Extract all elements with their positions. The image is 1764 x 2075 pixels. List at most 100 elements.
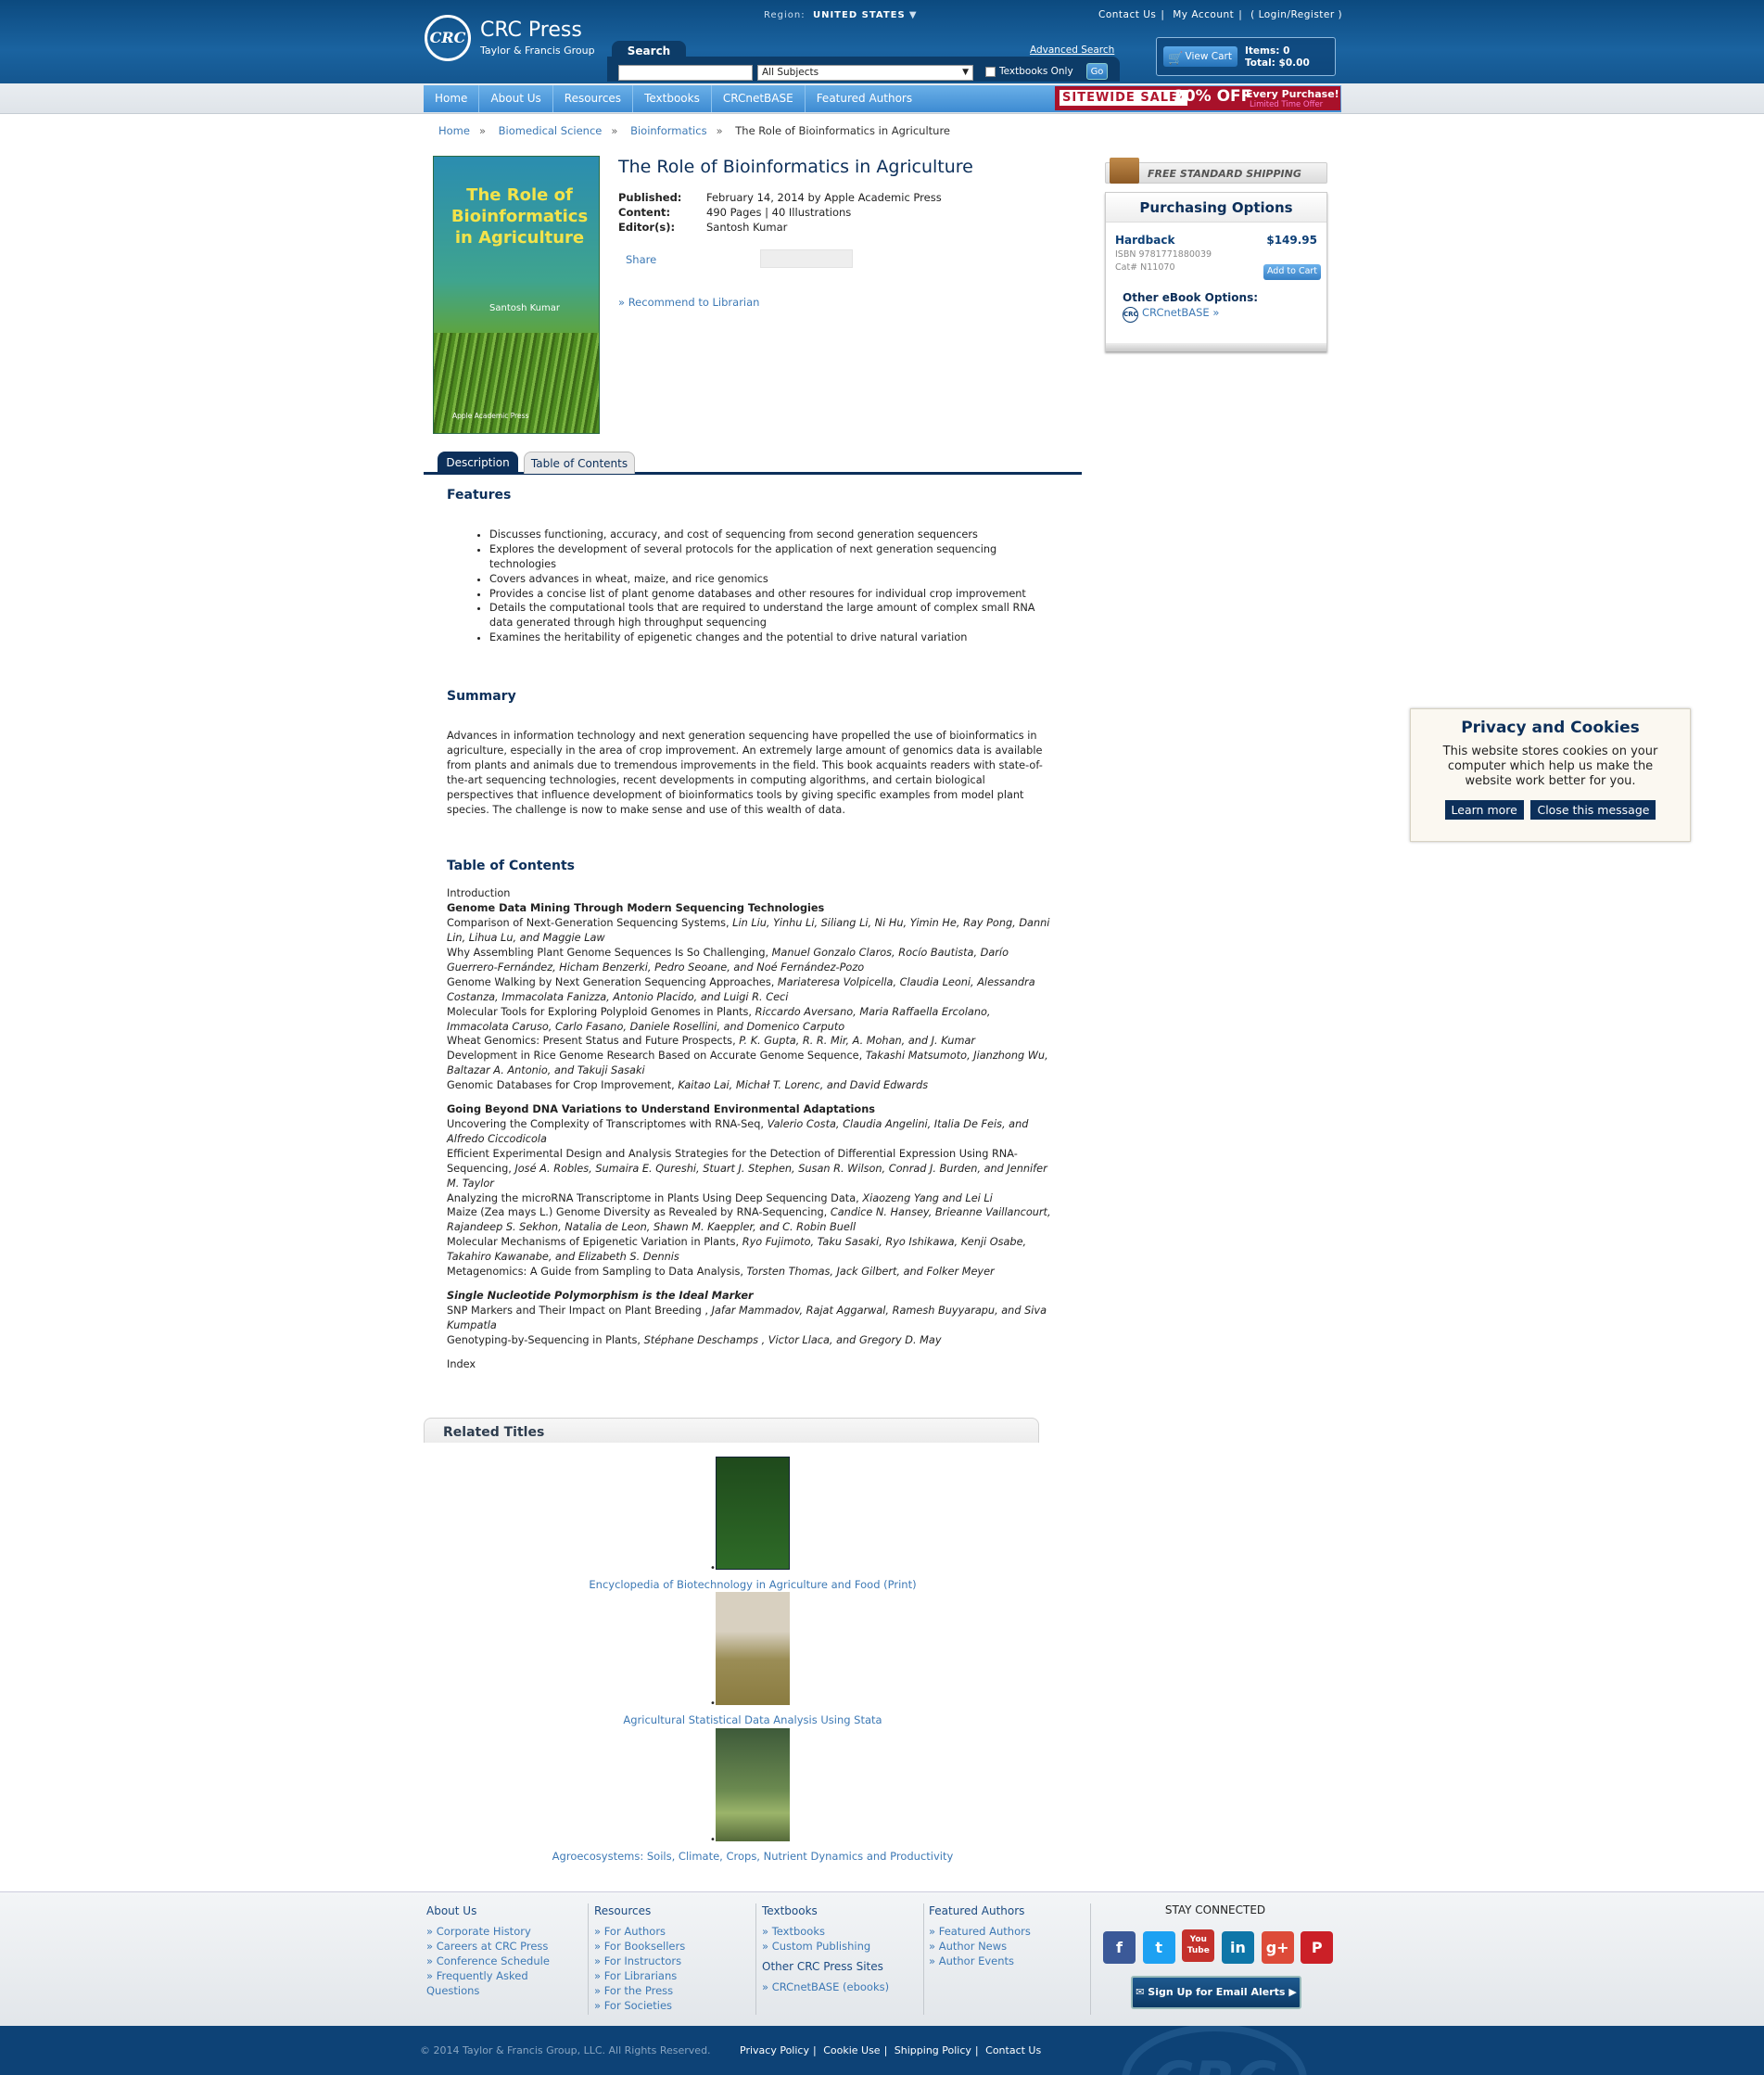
- login-register-link[interactable]: ( Login/Register ): [1250, 9, 1342, 20]
- price: $149.95: [1266, 234, 1317, 247]
- published-value: February 14, 2014 by Apple Academic Pres…: [706, 191, 942, 204]
- content-tabs: Description Table of Contents: [424, 449, 1082, 475]
- tab-table-of-contents[interactable]: Table of Contents: [524, 452, 635, 474]
- cart-items: Items: 0: [1245, 45, 1290, 57]
- list-item: Covers advances in wheat, maize, and ric…: [489, 572, 1059, 587]
- textbooks-only-checkbox[interactable]: [985, 66, 996, 77]
- related-book-cover[interactable]: [716, 1457, 790, 1570]
- nav-resources[interactable]: Resources: [553, 85, 634, 112]
- email-alerts-label: Sign Up for Email Alerts: [1148, 1986, 1286, 1998]
- nav-featured-authors[interactable]: Featured Authors: [806, 85, 923, 112]
- nav-crcnetbase[interactable]: CRCnetBASE: [712, 85, 806, 112]
- footer-link[interactable]: For Booksellers: [594, 1939, 755, 1954]
- recommend-to-librarian-link[interactable]: » Recommend to Librarian: [618, 296, 759, 309]
- footer-link[interactable]: For Societies: [594, 1998, 755, 2013]
- footer-link[interactable]: For Instructors: [594, 1954, 755, 1968]
- view-cart-button[interactable]: 🛒 View Cart: [1163, 46, 1237, 67]
- breadcrumb: Home» Biomedical Science» Bioinformatics…: [438, 124, 951, 137]
- crcnetbase-link[interactable]: CRCnetBASE »: [1142, 306, 1219, 319]
- breadcrumb-bioinformatics[interactable]: Bioinformatics: [630, 124, 706, 137]
- facebook-icon[interactable]: f: [1103, 1931, 1136, 1964]
- footer-col-textbooks: Textbooks Textbooks Custom Publishing Ot…: [762, 1903, 924, 2015]
- breadcrumb-home[interactable]: Home: [438, 124, 470, 137]
- footer-heading: About Us: [426, 1904, 477, 1917]
- search-input[interactable]: [618, 65, 753, 81]
- copyright: © 2014 Taylor & Francis Group, LLC. All …: [420, 2044, 711, 2056]
- nav-home[interactable]: Home: [424, 85, 480, 112]
- close-message-button[interactable]: Close this message: [1530, 800, 1656, 820]
- list-item: Explores the development of several prot…: [489, 542, 1059, 572]
- contact-us-footer-link[interactable]: Contact Us: [985, 2044, 1041, 2056]
- footer-link[interactable]: Conference Schedule: [426, 1954, 588, 1968]
- footer-heading: Featured Authors: [929, 1904, 1025, 1917]
- advanced-search-link[interactable]: Advanced Search: [1030, 45, 1114, 56]
- footer-link[interactable]: Custom Publishing: [762, 1939, 923, 1954]
- sale-banner[interactable]: SITEWIDE SALE! 20% OFF Every Purchase! L…: [1055, 86, 1340, 110]
- toc-chapter: Comparison of Next-Generation Sequencing…: [447, 916, 1054, 946]
- view-cart-label: View Cart: [1185, 51, 1232, 62]
- textbooks-only-label: Textbooks Only: [999, 66, 1073, 77]
- footer-link[interactable]: Textbooks: [762, 1924, 923, 1939]
- cookie-use-link[interactable]: Cookie Use: [823, 2044, 880, 2056]
- table-of-contents: Introduction Genome Data Mining Through …: [447, 886, 1059, 1371]
- envelope-icon: ✉: [1136, 1986, 1145, 1998]
- crc-logo-mark: CRC: [425, 15, 471, 61]
- footer-link[interactable]: Corporate History: [426, 1924, 588, 1939]
- learn-more-button[interactable]: Learn more: [1444, 800, 1524, 820]
- breadcrumb-biomedical-science[interactable]: Biomedical Science: [499, 124, 603, 137]
- chevron-down-icon: ▼: [908, 10, 918, 20]
- ebook-options-heading: Other eBook Options:: [1123, 291, 1259, 304]
- footer-link[interactable]: Frequently Asked Questions: [426, 1968, 547, 1998]
- add-to-cart-button[interactable]: Add to Cart: [1263, 264, 1321, 280]
- google-plus-icon[interactable]: g+: [1261, 1931, 1294, 1964]
- footer-link[interactable]: CRCnetBASE (ebooks): [762, 1980, 923, 1994]
- footer-link[interactable]: Author News: [929, 1939, 1090, 1954]
- footer-link[interactable]: For Librarians: [594, 1968, 755, 1983]
- related-book-cover[interactable]: [716, 1592, 790, 1705]
- crc-press-logo[interactable]: CRC CRC Press Taylor & Francis Group: [425, 15, 610, 63]
- share-link[interactable]: Share: [626, 253, 656, 266]
- isbn: ISBN 9781771880039: [1115, 249, 1212, 260]
- footer-col-about: About Us Corporate History Careers at CR…: [426, 1903, 589, 2015]
- twitter-icon[interactable]: t: [1142, 1931, 1175, 1964]
- toc-part-2: Uncovering the Complexity of Transcripto…: [447, 1117, 1054, 1279]
- tab-description[interactable]: Description: [438, 452, 518, 474]
- cookie-notice: Privacy and Cookies This website stores …: [1410, 708, 1691, 842]
- privacy-policy-link[interactable]: Privacy Policy: [740, 2044, 809, 2056]
- crc-watermark-logo: CRC: [1122, 2026, 1307, 2075]
- stay-connected-heading: STAY CONNECTED: [1164, 1903, 1266, 1916]
- nav-about-us[interactable]: About Us: [479, 85, 553, 112]
- share-widget[interactable]: [760, 249, 853, 268]
- youtube-icon[interactable]: You Tube: [1182, 1929, 1215, 1962]
- related-title-link[interactable]: Agroecosystems: Soils, Climate, Crops, N…: [475, 1850, 1031, 1863]
- top-links: Contact Us | My Account | ( Login/Register…: [1098, 9, 1343, 20]
- region-value: UNITED STATES: [812, 10, 906, 20]
- related-titles-header: Related Titles: [424, 1418, 1039, 1443]
- footer-link[interactable]: Careers at CRC Press: [426, 1939, 588, 1954]
- toc-chapter-authors: Kaitao Lai, Michał T. Lorenc, and David …: [678, 1079, 929, 1092]
- related-title-link[interactable]: Agricultural Statistical Data Analysis U…: [475, 1713, 1031, 1726]
- footer-link[interactable]: Author Events: [929, 1954, 1090, 1968]
- toc-chapter: SNP Markers and Their Impact on Plant Br…: [447, 1304, 1054, 1333]
- toc-chapter-title: Maize (Zea mays L.) Genome Diversity as …: [447, 1206, 831, 1219]
- linkedin-icon[interactable]: in: [1221, 1931, 1254, 1964]
- related-title-link[interactable]: Encyclopedia of Biotechnology in Agricul…: [475, 1578, 1031, 1591]
- related-book-cover[interactable]: [716, 1728, 790, 1841]
- shipping-policy-link[interactable]: Shipping Policy: [895, 2044, 971, 2056]
- book-cover[interactable]: The Role of Bioinformatics in Agricultur…: [433, 156, 600, 434]
- email-alerts-button[interactable]: ✉ Sign Up for Email Alerts ▶: [1131, 1976, 1301, 2009]
- subject-select[interactable]: All Subjects ▼: [757, 65, 973, 81]
- footer-link[interactable]: For Authors: [594, 1924, 755, 1939]
- region-selector[interactable]: Region: UNITED STATES ▼: [764, 10, 918, 20]
- nav-textbooks[interactable]: Textbooks: [633, 85, 712, 112]
- summary-heading: Summary: [447, 689, 516, 705]
- my-account-link[interactable]: My Account: [1173, 9, 1234, 20]
- footer-link[interactable]: Featured Authors: [929, 1924, 1090, 1939]
- crcnetbase-icon: CRC: [1123, 307, 1138, 323]
- contact-us-link[interactable]: Contact Us: [1098, 9, 1156, 20]
- sale-percent: 20% OFF: [1174, 87, 1252, 106]
- cover-title: The Role of Bioinformatics in Agricultur…: [451, 185, 589, 248]
- footer-link[interactable]: For the Press: [594, 1983, 755, 1998]
- search-go-button[interactable]: Go: [1086, 63, 1108, 80]
- pinterest-icon[interactable]: P: [1301, 1931, 1334, 1964]
